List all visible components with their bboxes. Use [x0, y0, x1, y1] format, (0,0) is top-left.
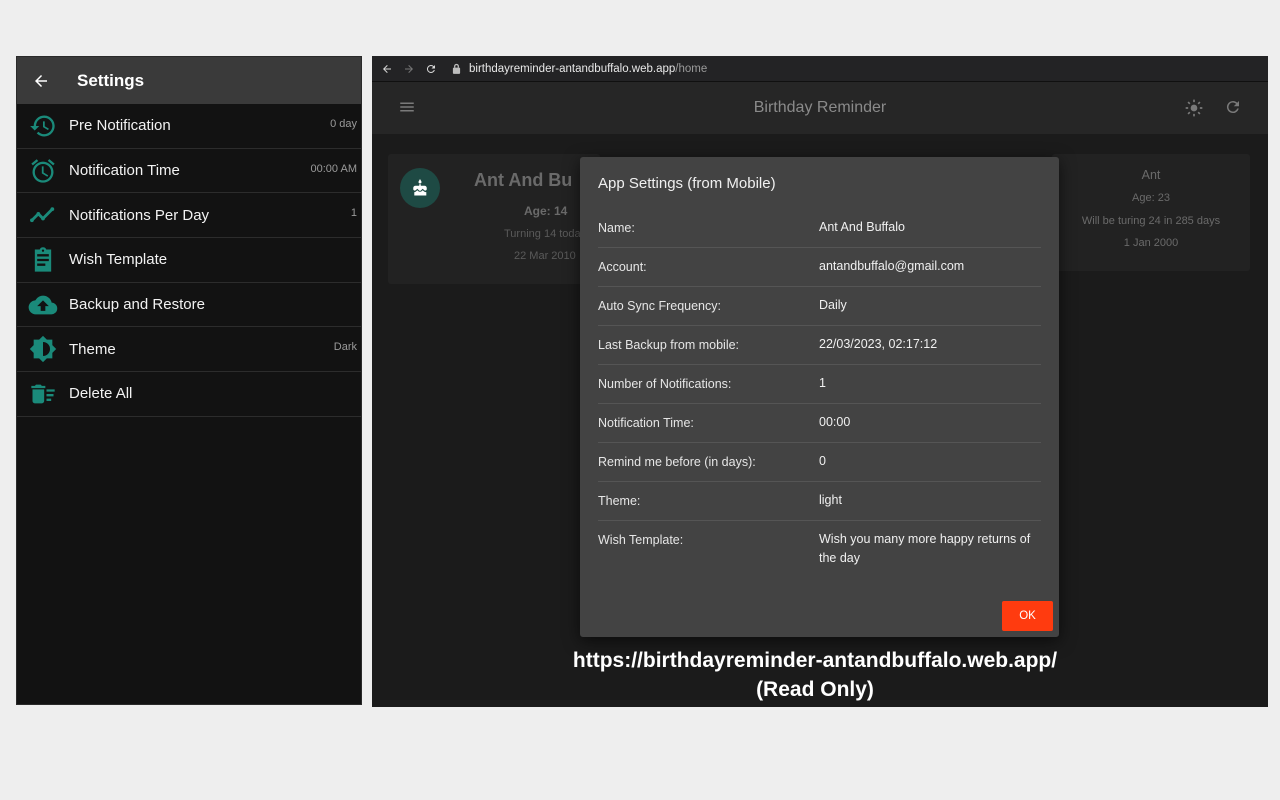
- setting-label: Delete All: [69, 385, 133, 403]
- setting-row-remind-before: Remind me before (in days): 0: [598, 443, 1041, 482]
- lock-icon: [452, 63, 461, 74]
- setting-row-notification-time: Notification Time: 00:00: [598, 404, 1041, 443]
- turning-text: Will be turing 24 in 285 days: [1081, 215, 1221, 227]
- setting-label: Notification Time: [69, 162, 180, 180]
- setting-value: Wish you many more happy returns of the …: [819, 532, 1031, 565]
- setting-row-wish-template: Wish Template: Wish you many more happy …: [598, 521, 1041, 581]
- setting-value: 1: [819, 376, 826, 390]
- ok-button[interactable]: OK: [1002, 601, 1053, 631]
- setting-value: 00:00 AM: [310, 162, 357, 175]
- setting-notification-time[interactable]: Notification Time 00:00 AM: [17, 149, 361, 194]
- person-age: Age: 14: [524, 204, 568, 218]
- setting-value: antandbuffalo@gmail.com: [819, 259, 965, 273]
- birth-date: 22 Mar 2010: [514, 250, 576, 262]
- brightness-icon: [17, 335, 69, 363]
- setting-row-notification-count: Number of Notifications: 1: [598, 365, 1041, 404]
- setting-value: 0 day: [330, 118, 357, 130]
- alarm-icon: [17, 157, 69, 185]
- settings-title: Settings: [77, 70, 145, 90]
- clipboard-icon: [17, 246, 69, 274]
- refresh-icon[interactable]: [1224, 98, 1242, 121]
- trend-icon: [17, 201, 69, 229]
- address-bar[interactable]: birthdayreminder-antandbuffalo.web.app/h…: [452, 63, 707, 75]
- setting-row-account: Account: antandbuffalo@gmail.com: [598, 248, 1041, 287]
- setting-theme[interactable]: Theme Dark: [17, 327, 361, 373]
- setting-value: light: [819, 493, 842, 507]
- forward-arrow-icon[interactable]: [398, 56, 420, 82]
- dialog-title: App Settings (from Mobile): [598, 175, 776, 192]
- app-title: Birthday Reminder: [753, 99, 887, 116]
- birthday-card[interactable]: Ant Age: 23 Will be turing 24 in 285 day…: [1052, 154, 1250, 271]
- setting-value: Dark: [333, 341, 357, 354]
- setting-key: Remind me before (in days):: [598, 455, 756, 469]
- cloud-upload-icon: [17, 291, 69, 319]
- back-arrow-icon[interactable]: [376, 56, 398, 82]
- setting-delete-all[interactable]: Delete All: [17, 372, 361, 417]
- setting-value: Daily: [819, 298, 847, 312]
- setting-pre-notification[interactable]: Pre Notification 0 day: [17, 104, 361, 149]
- setting-key: Number of Notifications:: [598, 377, 732, 391]
- delete-sweep-icon: [17, 380, 69, 408]
- setting-value: Ant And Buffalo: [819, 220, 905, 234]
- setting-label: Pre Notification: [69, 117, 171, 135]
- person-name: Ant: [1141, 168, 1161, 182]
- caption-read-only: (Read Only): [756, 678, 874, 701]
- browser-toolbar: birthdayreminder-antandbuffalo.web.app/h…: [372, 56, 1268, 82]
- caption-url: https://birthdayreminder-antandbuffalo.w…: [572, 649, 1058, 672]
- app-settings-dialog: App Settings (from Mobile) Name: Ant And…: [580, 157, 1059, 637]
- history-icon: [17, 112, 69, 140]
- sun-icon[interactable]: [1184, 98, 1204, 123]
- setting-key: Last Backup from mobile:: [598, 338, 740, 352]
- mobile-settings-screen: Settings Pre Notification 0 day Notifica…: [16, 56, 362, 705]
- setting-row-last-backup: Last Backup from mobile: 22/03/2023, 02:…: [598, 326, 1041, 365]
- setting-key: Wish Template:: [598, 533, 684, 547]
- app-header: Birthday Reminder: [372, 82, 1268, 134]
- reload-icon[interactable]: [420, 56, 442, 82]
- setting-key: Notification Time:: [598, 416, 694, 430]
- back-arrow-icon[interactable]: [17, 57, 65, 104]
- setting-key: Theme:: [598, 494, 641, 508]
- birthday-card[interactable]: Ant And Bu Age: 14 Turning 14 toda 22 Ma…: [388, 154, 600, 284]
- setting-row-name: Name: Ant And Buffalo: [598, 209, 1041, 248]
- url-path: /home: [675, 62, 708, 75]
- hamburger-menu-icon[interactable]: [398, 98, 416, 121]
- setting-key: Account:: [598, 260, 647, 274]
- setting-notifications-per-day[interactable]: Notifications Per Day 1: [17, 193, 361, 239]
- setting-wish-template[interactable]: Wish Template: [17, 238, 361, 283]
- setting-label: Wish Template: [69, 251, 168, 269]
- setting-value: 1: [350, 207, 357, 220]
- setting-row-theme: Theme: light: [598, 482, 1041, 521]
- setting-value: 0: [819, 454, 826, 468]
- cake-icon: [400, 168, 440, 208]
- person-age: Age: 23: [1132, 192, 1170, 204]
- birth-date: 1 Jan 2000: [1123, 237, 1179, 249]
- setting-backup-restore[interactable]: Backup and Restore: [17, 283, 361, 328]
- setting-label: Theme: [69, 340, 116, 358]
- setting-label: Notifications Per Day: [69, 206, 210, 224]
- turning-text: Turning 14 toda: [504, 228, 581, 240]
- setting-key: Name:: [598, 221, 635, 235]
- setting-row-sync-frequency: Auto Sync Frequency: Daily: [598, 287, 1041, 326]
- setting-label: Backup and Restore: [69, 296, 205, 314]
- settings-app-bar: Settings: [17, 57, 361, 104]
- setting-value: 00:00: [819, 415, 851, 429]
- url-domain: birthdayreminder-antandbuffalo.web.app: [469, 62, 676, 75]
- setting-value: 22/03/2023, 02:17:12: [819, 337, 938, 351]
- person-name: Ant And Bu: [474, 170, 573, 190]
- setting-key: Auto Sync Frequency:: [598, 299, 721, 313]
